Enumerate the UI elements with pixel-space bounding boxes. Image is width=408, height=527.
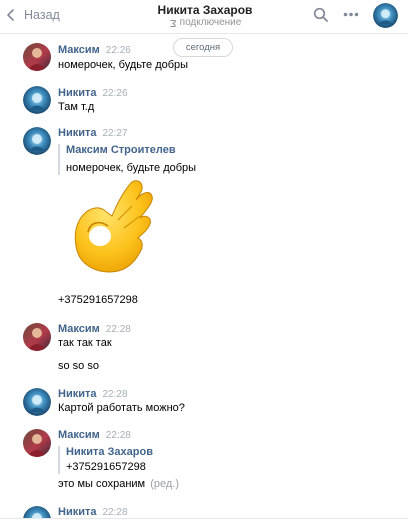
message-text: это мы сохраним (ред.)	[58, 478, 179, 490]
message-author[interactable]: Никита 22:27	[58, 127, 128, 140]
quote-text: +375291657298	[66, 461, 146, 473]
chevron-left-icon	[7, 9, 14, 21]
connection-status: подключение	[120, 17, 290, 29]
chat-header: Назад Никита Захаров подключение	[0, 0, 408, 34]
message-author[interactable]: Максим 22:26	[58, 44, 131, 57]
message-time: 22:26	[105, 45, 131, 56]
date-divider: сегодня	[173, 38, 233, 57]
avatar[interactable]	[23, 388, 51, 416]
chat-title: Никита Захаров	[157, 3, 253, 17]
chat-window: Назад Никита Захаров подключение сегодня…	[0, 0, 408, 527]
message-time: 22:28	[105, 430, 131, 441]
message-text: так так так	[58, 337, 112, 349]
message-time: 22:26	[102, 88, 128, 99]
header-avatar[interactable]	[373, 3, 398, 28]
reply-quote[interactable]: Максим Строителев номерочек, будьте добр…	[58, 144, 196, 175]
back-label: Назад	[24, 8, 60, 22]
avatar[interactable]	[23, 429, 51, 457]
message-text: Картой работать можно?	[58, 402, 185, 414]
status-text: подключение	[179, 17, 242, 28]
message-author[interactable]: Максим 22:28	[58, 429, 131, 442]
avatar[interactable]	[23, 86, 51, 114]
avatar[interactable]	[23, 43, 51, 71]
search-icon[interactable]	[313, 7, 329, 23]
ok-hand-sticker[interactable]	[66, 176, 156, 276]
quote-text: номерочек, будьте добры	[66, 162, 197, 174]
spinner-icon	[170, 19, 176, 27]
reply-quote[interactable]: Никита Захаров +375291657298	[58, 446, 153, 474]
edited-label: (ред.)	[150, 478, 179, 490]
message-time: 22:28	[105, 324, 131, 335]
quote-author: Никита Захаров	[66, 446, 153, 458]
composer-edge	[0, 518, 408, 527]
message-author[interactable]: Максим 22:28	[58, 323, 131, 336]
back-button[interactable]: Назад	[4, 6, 60, 24]
message-time: 22:28	[102, 507, 128, 518]
message-time: 22:27	[102, 128, 128, 139]
message-author[interactable]: Никита 22:26	[58, 87, 128, 100]
more-icon[interactable]	[343, 12, 359, 17]
chat-title-block[interactable]: Никита Захаров подключение	[120, 3, 290, 29]
avatar[interactable]	[23, 323, 51, 351]
message-author[interactable]: Никита 22:28	[58, 388, 128, 401]
message-text: Там т.д	[58, 101, 95, 113]
message-text: +375291657298	[58, 294, 138, 306]
message-history: сегодня Максим 22:26 номерочек, будьте до…	[0, 34, 408, 527]
message-text: so so so	[58, 360, 99, 372]
quote-author: Максим Строителев	[66, 144, 176, 156]
message-time: 22:28	[102, 389, 128, 400]
message-text: номерочек, будьте добры	[58, 59, 189, 71]
avatar[interactable]	[23, 127, 51, 155]
